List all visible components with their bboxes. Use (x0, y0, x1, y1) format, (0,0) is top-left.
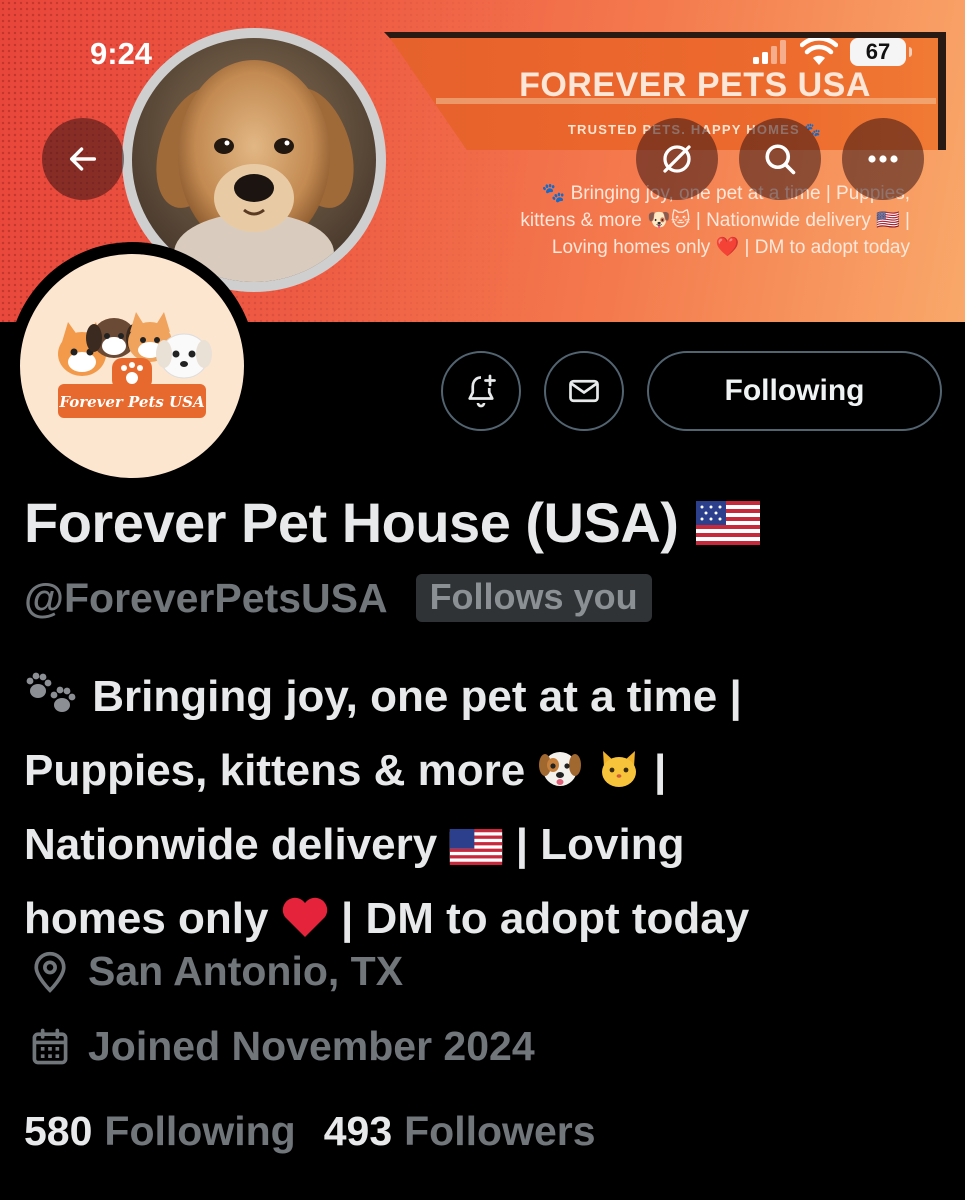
paw-prints-icon (24, 669, 80, 737)
username-handle: @ForeverPetsUSA (24, 574, 388, 621)
more-button[interactable] (842, 118, 924, 200)
name-row: Forever Pet House (USA) (24, 490, 761, 555)
envelope-icon (569, 379, 599, 403)
no-grok-icon (663, 145, 691, 173)
banner-title: FOREVER PETS USA (519, 66, 871, 104)
grok-button[interactable] (636, 118, 718, 200)
following-count[interactable]: 580 (24, 1108, 92, 1155)
location-row: San Antonio, TX (28, 948, 403, 995)
following-label[interactable]: Following (104, 1108, 295, 1155)
message-button[interactable] (544, 351, 624, 431)
cat-face-icon (596, 743, 642, 811)
wifi-icon (800, 38, 838, 65)
cellular-signal-icon (753, 40, 786, 64)
profile-avatar[interactable]: Forever Pets USA (8, 242, 256, 490)
followers-count[interactable]: 493 (324, 1108, 392, 1155)
search-button[interactable] (739, 118, 821, 200)
bio-line: Puppies, kittens & more | (24, 737, 944, 811)
banner-bio-line: Loving homes only ❤️ | DM to adopt today (551, 237, 910, 258)
profile-bio: Bringing joy, one pet at a time | Puppie… (24, 663, 944, 959)
search-icon (765, 144, 796, 175)
follows-you-badge: Follows you (415, 574, 652, 622)
joined-date: Joined November 2024 (88, 1023, 535, 1069)
avatar-image: Forever Pets USA (20, 254, 244, 478)
bio-line: Nationwide delivery | Loving (24, 811, 944, 885)
calendar-icon (32, 1028, 68, 1064)
status-icons: 67 (752, 36, 912, 68)
puppy-photo (132, 38, 376, 282)
more-icon (868, 155, 898, 163)
bell-plus-icon (468, 374, 496, 408)
status-time: 9:24 (90, 36, 153, 71)
us-flag-icon (696, 500, 761, 545)
follow-stats: 580 Following 493 Followers (24, 1108, 624, 1155)
location-pin-icon (34, 951, 66, 993)
back-button[interactable] (42, 118, 124, 200)
following-button[interactable]: Following (647, 351, 942, 431)
notify-button[interactable] (441, 351, 521, 431)
back-arrow-icon (69, 147, 97, 171)
forever-pets-logo: Forever Pets USA (58, 312, 212, 418)
us-flag-emoji (449, 817, 503, 885)
handle-row: @ForeverPetsUSA Follows you (24, 574, 652, 622)
followers-label[interactable]: Followers (404, 1108, 595, 1155)
joined-row: Joined November 2024 (28, 1023, 535, 1070)
dog-face-icon (537, 743, 583, 811)
location-text: San Antonio, TX (88, 948, 404, 994)
display-name: Forever Pet House (USA) (24, 491, 679, 554)
battery-indicator: 67 (850, 38, 912, 66)
logo-text: Forever Pets USA (58, 393, 204, 411)
bio-line: Bringing joy, one pet at a time | (24, 663, 944, 737)
banner-bio-line: kittens & more 🐶🐱 | Nationwide delivery … (520, 210, 910, 231)
